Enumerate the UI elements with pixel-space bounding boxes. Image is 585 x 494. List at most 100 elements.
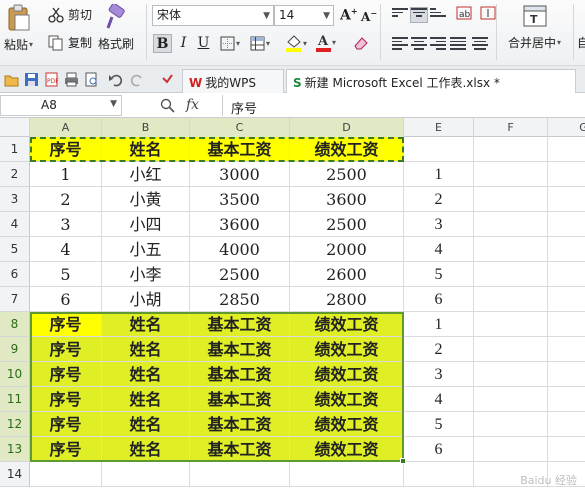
cell-g5[interactable] — [548, 237, 585, 262]
cell-g3[interactable] — [548, 187, 585, 212]
cell-b8[interactable]: 姓名 — [102, 312, 190, 337]
bold-button[interactable]: B — [153, 34, 172, 53]
cell-e9[interactable]: 2 — [404, 337, 474, 362]
column-header-d[interactable]: D — [290, 118, 404, 137]
row-header[interactable]: 10 — [0, 362, 30, 387]
cell-f1[interactable] — [474, 137, 548, 162]
cell-b9[interactable]: 姓名 — [102, 337, 190, 362]
cell-b3[interactable]: 小黄 — [102, 187, 190, 212]
cell-c11[interactable]: 基本工资 — [190, 387, 290, 412]
cell-c13[interactable]: 基本工资 — [190, 437, 290, 462]
cut-button[interactable]: 剪切 — [48, 6, 92, 23]
align-middle-icon[interactable] — [410, 7, 428, 23]
cell-d13[interactable]: 绩效工资 — [290, 437, 404, 462]
print-icon[interactable] — [64, 72, 79, 87]
format-painter-button[interactable]: 格式刷 — [98, 4, 134, 52]
justify-icon[interactable] — [450, 37, 466, 51]
cell-g11[interactable] — [548, 387, 585, 412]
cell-f12[interactable] — [474, 412, 548, 437]
cell-e2[interactable]: 1 — [404, 162, 474, 187]
row-header[interactable]: 1 — [0, 137, 30, 162]
cell-d2[interactable]: 2500 — [290, 162, 404, 187]
cell-b5[interactable]: 小五 — [102, 237, 190, 262]
fill-color-button[interactable]: ▾ — [285, 34, 307, 52]
export-pdf-icon[interactable]: PDF — [44, 72, 59, 87]
align-left-icon[interactable] — [392, 37, 408, 51]
cell-b11[interactable]: 姓名 — [102, 387, 190, 412]
cell-d6[interactable]: 2600 — [290, 262, 404, 287]
cell-b12[interactable]: 姓名 — [102, 412, 190, 437]
row-header[interactable]: 6 — [0, 262, 30, 287]
font-name-select[interactable]: 宋体 ▼ — [152, 5, 274, 26]
cell-e7[interactable]: 6 — [404, 287, 474, 312]
row-header[interactable]: 8 — [0, 312, 30, 337]
border-button[interactable]: ▾ — [220, 36, 240, 51]
column-header-c[interactable]: C — [190, 118, 290, 137]
cell-e12[interactable]: 5 — [404, 412, 474, 437]
cell-g4[interactable] — [548, 212, 585, 237]
row-header[interactable]: 14 — [0, 462, 30, 487]
wrap-text-button[interactable]: ab — [456, 5, 472, 21]
distribute-icon[interactable] — [472, 37, 488, 51]
font-color-button[interactable]: A ▾ — [316, 33, 336, 52]
clear-format-button[interactable] — [353, 36, 369, 50]
cell-b13[interactable]: 姓名 — [102, 437, 190, 462]
cell-f5[interactable] — [474, 237, 548, 262]
cell-a3[interactable]: 2 — [30, 187, 102, 212]
cell-b1[interactable]: 姓名 — [102, 137, 190, 162]
cell-d8[interactable]: 绩效工资 — [290, 312, 404, 337]
cell-e11[interactable]: 4 — [404, 387, 474, 412]
cell-f6[interactable] — [474, 262, 548, 287]
orientation-button[interactable] — [480, 5, 496, 21]
cell-c14[interactable] — [190, 462, 290, 487]
cell-c4[interactable]: 3600 — [190, 212, 290, 237]
cell-e6[interactable]: 5 — [404, 262, 474, 287]
row-header[interactable]: 2 — [0, 162, 30, 187]
cell-a9[interactable]: 序号 — [30, 337, 102, 362]
row-header[interactable]: 4 — [0, 212, 30, 237]
cell-f2[interactable] — [474, 162, 548, 187]
cell-d1[interactable]: 绩效工资 — [290, 137, 404, 162]
cell-c5[interactable]: 4000 — [190, 237, 290, 262]
cell-g13[interactable] — [548, 437, 585, 462]
cell-a6[interactable]: 5 — [30, 262, 102, 287]
cell-d10[interactable]: 绩效工资 — [290, 362, 404, 387]
cell-a13[interactable]: 序号 — [30, 437, 102, 462]
merge-center-button[interactable]: T 合并居中 ▾ — [508, 4, 561, 51]
cell-g8[interactable] — [548, 312, 585, 337]
redo-icon[interactable] — [130, 72, 145, 87]
cell-a4[interactable]: 3 — [30, 212, 102, 237]
row-header[interactable]: 11 — [0, 387, 30, 412]
row-header[interactable]: 3 — [0, 187, 30, 212]
auto-button[interactable]: 自 — [577, 34, 585, 51]
cell-style-button[interactable]: ▾ — [250, 36, 270, 51]
cell-b6[interactable]: 小李 — [102, 262, 190, 287]
cell-d11[interactable]: 绩效工资 — [290, 387, 404, 412]
cell-e14[interactable] — [404, 462, 474, 487]
cell-g6[interactable] — [548, 262, 585, 287]
cell-d3[interactable]: 3600 — [290, 187, 404, 212]
cell-d5[interactable]: 2000 — [290, 237, 404, 262]
print-preview-icon[interactable] — [84, 72, 99, 87]
cell-c6[interactable]: 2500 — [190, 262, 290, 287]
paste-button[interactable]: 粘贴 ▾ — [4, 4, 33, 53]
cell-a12[interactable]: 序号 — [30, 412, 102, 437]
select-all-corner[interactable] — [0, 118, 30, 137]
cell-g7[interactable] — [548, 287, 585, 312]
row-header[interactable]: 5 — [0, 237, 30, 262]
font-size-select[interactable]: 14 ▼ — [274, 5, 334, 26]
save-icon[interactable] — [24, 72, 39, 87]
cell-g10[interactable] — [548, 362, 585, 387]
align-right-icon[interactable] — [430, 37, 446, 51]
cell-a2[interactable]: 1 — [30, 162, 102, 187]
cell-c2[interactable]: 3000 — [190, 162, 290, 187]
cell-b4[interactable]: 小四 — [102, 212, 190, 237]
cell-a10[interactable]: 序号 — [30, 362, 102, 387]
column-header-b[interactable]: B — [102, 118, 190, 137]
cell-f7[interactable] — [474, 287, 548, 312]
cell-c10[interactable]: 基本工资 — [190, 362, 290, 387]
align-center-icon[interactable] — [411, 37, 427, 51]
cell-b10[interactable]: 姓名 — [102, 362, 190, 387]
cell-a7[interactable]: 6 — [30, 287, 102, 312]
row-header[interactable]: 7 — [0, 287, 30, 312]
